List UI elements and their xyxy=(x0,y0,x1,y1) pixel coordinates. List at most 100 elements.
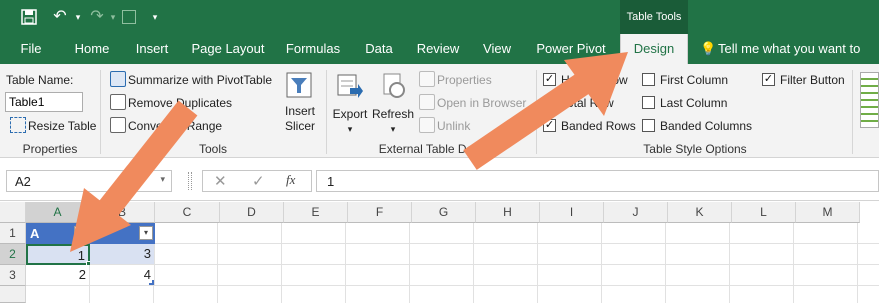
banded-columns-checkbox[interactable] xyxy=(642,119,655,132)
unlink-icon xyxy=(419,117,435,133)
insert-function-icon[interactable]: fx xyxy=(286,172,295,188)
tools-group-label: Tools xyxy=(198,142,227,156)
tab-view[interactable]: View xyxy=(474,34,520,64)
column-header-m[interactable]: M xyxy=(796,202,860,223)
first-column-label: First Column xyxy=(660,73,729,87)
form-icon xyxy=(122,10,136,24)
table-name-input[interactable] xyxy=(5,92,83,112)
table-name-label: Table Name: xyxy=(6,73,74,87)
tab-insert[interactable]: Insert xyxy=(124,34,180,64)
column-header-g[interactable]: G xyxy=(412,202,476,223)
export-icon xyxy=(336,72,364,100)
column-header-l[interactable]: L xyxy=(732,202,796,223)
column-header-h[interactable]: H xyxy=(476,202,540,223)
enter-icon[interactable]: ✓ xyxy=(252,172,265,190)
resize-table-button[interactable]: Resize Table xyxy=(28,119,96,133)
slicer-icon xyxy=(286,72,312,98)
name-box-dropdown-icon[interactable]: ▾ xyxy=(160,174,165,185)
name-box-value: A2 xyxy=(15,174,31,189)
table-styles-gallery[interactable] xyxy=(860,72,879,128)
tab-formulas[interactable]: Formulas xyxy=(278,34,348,64)
select-all-corner[interactable] xyxy=(0,202,26,223)
banded-columns-label: Banded Columns xyxy=(660,119,753,133)
tab-data[interactable]: Data xyxy=(358,34,400,64)
resize-table-icon xyxy=(10,117,26,133)
remove-duplicates-icon xyxy=(110,94,126,110)
summarize-pivottable-button[interactable]: Summarize with PivotTable xyxy=(128,73,272,87)
column-header-a[interactable]: A xyxy=(26,202,90,223)
name-box[interactable]: A2 ▾ xyxy=(6,170,172,192)
column-header-c[interactable]: C xyxy=(155,202,220,223)
filter-dropdown-icon[interactable]: ▾ xyxy=(74,226,88,240)
tab-design[interactable]: Design xyxy=(620,34,688,64)
column-header-e[interactable]: E xyxy=(284,202,348,223)
style-options-group-label: Table Style Options xyxy=(643,142,747,156)
properties-button: Properties xyxy=(437,73,492,87)
splitter-handle[interactable] xyxy=(188,172,192,190)
row-header-1[interactable]: 1 xyxy=(0,223,26,244)
refresh-button[interactable]: Refresh xyxy=(372,107,414,121)
cell-b2[interactable]: 3 xyxy=(90,244,155,265)
refresh-icon xyxy=(380,72,408,100)
row-header-2[interactable]: 2 xyxy=(0,244,26,265)
convert-range-icon xyxy=(110,117,126,133)
tab-review[interactable]: Review xyxy=(410,34,466,64)
customize-qat-icon[interactable]: ▾ xyxy=(148,0,162,34)
properties-icon xyxy=(419,71,435,87)
export-button[interactable]: Export xyxy=(330,107,370,121)
filter-dropdown-icon[interactable]: ▾ xyxy=(139,226,153,240)
convert-to-range-button[interactable]: Convert to Range xyxy=(128,119,222,133)
insert-slicer-button[interactable]: Insert Slicer xyxy=(280,104,320,134)
undo-icon[interactable]: ↶ xyxy=(48,0,72,34)
formula-input[interactable]: 1 xyxy=(316,170,879,192)
table-header-a-text: A xyxy=(30,226,40,241)
cell-a2[interactable]: 1 xyxy=(26,244,90,265)
row-header-4[interactable] xyxy=(0,286,26,303)
cell-a3[interactable]: 2 xyxy=(26,265,90,286)
cancel-icon[interactable]: ✕ xyxy=(214,172,227,190)
title-bar: ↶ ▾ ↷ ▾ ▾ Table Tools xyxy=(0,0,879,34)
tab-page-layout[interactable]: Page Layout xyxy=(186,34,270,64)
header-row-checkbox[interactable]: ✓ xyxy=(543,73,556,86)
first-column-checkbox[interactable] xyxy=(642,73,655,86)
unlink-button: Unlink xyxy=(437,119,471,133)
banded-rows-checkbox[interactable]: ✓ xyxy=(543,119,556,132)
column-header-i[interactable]: I xyxy=(540,202,604,223)
filter-button-checkbox[interactable]: ✓ xyxy=(762,73,775,86)
table-resize-handle[interactable] xyxy=(149,280,154,285)
formula-value: 1 xyxy=(327,174,335,189)
column-header-d[interactable]: D xyxy=(220,202,284,223)
table-header-a[interactable]: A ▾ xyxy=(26,223,90,244)
filter-button-label: Filter Button xyxy=(780,73,845,87)
table-header-b[interactable]: B ▾ xyxy=(90,223,155,244)
tell-me-search[interactable]: Tell me what you want to do xyxy=(718,34,876,86)
export-dropdown-icon[interactable]: ▾ xyxy=(330,124,370,135)
group-divider xyxy=(852,70,853,154)
lightbulb-icon: 💡 xyxy=(700,41,717,56)
remove-duplicates-button[interactable]: Remove Duplicates xyxy=(128,96,232,110)
column-header-f[interactable]: F xyxy=(348,202,412,223)
redo-dropdown-icon: ▾ xyxy=(110,12,116,22)
column-header-k[interactable]: K xyxy=(668,202,732,223)
header-row-label: Header Row xyxy=(561,73,628,87)
tab-file[interactable]: File xyxy=(10,34,52,64)
open-browser-icon xyxy=(419,94,435,110)
row-header-3[interactable]: 3 xyxy=(0,265,26,286)
total-row-label: Total Row xyxy=(561,96,614,110)
properties-group-label: Properties xyxy=(22,142,78,156)
undo-dropdown-icon[interactable]: ▾ xyxy=(72,0,84,34)
tab-home[interactable]: Home xyxy=(64,34,120,64)
refresh-dropdown-icon[interactable]: ▾ xyxy=(372,124,414,135)
save-icon[interactable] xyxy=(18,0,40,38)
total-row-checkbox[interactable] xyxy=(543,96,556,109)
cell-b3[interactable]: 4 xyxy=(90,265,155,286)
table-tools-label: Table Tools xyxy=(620,0,688,34)
column-header-j[interactable]: J xyxy=(604,202,668,223)
tab-power-pivot[interactable]: Power Pivot xyxy=(530,34,612,64)
open-in-browser-button: Open in Browser xyxy=(437,96,527,110)
last-column-checkbox[interactable] xyxy=(642,96,655,109)
external-data-group-label: External Table Data xyxy=(378,142,484,156)
pivot-table-icon xyxy=(110,71,126,87)
column-header-b[interactable]: B xyxy=(90,202,155,223)
last-column-label: Last Column xyxy=(660,96,728,110)
